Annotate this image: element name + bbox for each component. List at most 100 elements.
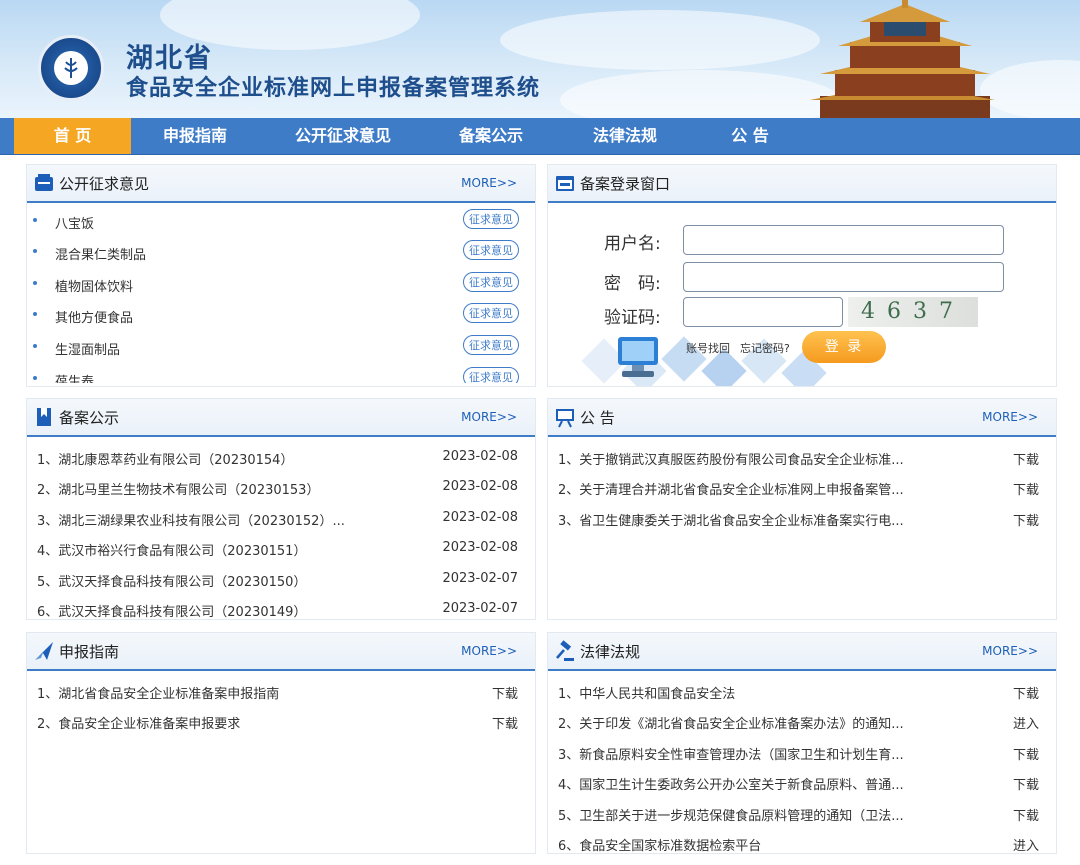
panel-title: 公 告 <box>580 409 615 427</box>
table-row[interactable]: 6、武汉天择食品科技有限公司（20230149） 2023-02-07 <box>27 594 535 624</box>
captcha-input[interactable] <box>683 297 843 327</box>
table-row[interactable]: 2、食品安全企业标准备案申报要求 下载 <box>27 706 535 736</box>
consultation-panel: 公开征求意见 MORE>> 八宝饭 征求意见 混合果仁类制品 征求意见 植物固体… <box>26 164 536 387</box>
list-item: 植物固体饮料 征求意见 <box>27 268 535 298</box>
gavel-icon <box>556 640 574 661</box>
panel-title: 备案公示 <box>59 409 120 427</box>
action-link[interactable]: 下载 <box>1013 805 1039 824</box>
nav-law[interactable]: 法律法规 <box>565 118 685 154</box>
download-link[interactable]: 下载 <box>492 683 518 702</box>
panel-header: 公 告 MORE>> <box>548 399 1056 437</box>
cloud-decoration <box>500 10 820 70</box>
action-link[interactable]: 下载 <box>1013 774 1039 793</box>
law-title[interactable]: 5、卫生部关于进一步规范保健食品原料管理的通知（卫法... <box>558 805 904 824</box>
filing-date: 2023-02-08 <box>442 449 518 464</box>
more-link[interactable]: MORE>> <box>982 410 1038 424</box>
guide-title[interactable]: 1、湖北省食品安全企业标准备案申报指南 <box>37 683 279 702</box>
filing-company[interactable]: 5、武汉天择食品科技有限公司（20230150） <box>37 571 306 590</box>
yellow-crane-tower-illustration <box>810 0 995 118</box>
seek-opinion-button[interactable]: 征求意见 <box>463 272 519 292</box>
filing-panel: 备案公示 MORE>> 1、湖北康恩萃药业有限公司（20230154） 2023… <box>26 398 536 620</box>
table-row[interactable]: 2、湖北马里兰生物技术有限公司（20230153） 2023-02-08 <box>27 472 535 502</box>
table-row[interactable]: 4、国家卫生计生委政务公开办公室关于新食品原料、普通... 下载 <box>548 767 1056 797</box>
filing-company[interactable]: 1、湖北康恩萃药业有限公司（20230154） <box>37 449 293 468</box>
panel-header: 法律法规 MORE>> <box>548 633 1056 671</box>
panel-header: 公开征求意见 MORE>> <box>27 165 535 203</box>
download-link[interactable]: 下载 <box>1013 449 1039 468</box>
more-link[interactable]: MORE>> <box>461 410 517 424</box>
item-label[interactable]: 其他方便食品 <box>55 307 133 326</box>
captcha-image[interactable]: 4637 <box>848 297 978 327</box>
filing-company[interactable]: 3、湖北三湖绿果农业科技有限公司（20230152）... <box>37 510 345 529</box>
nav-filing[interactable]: 备案公示 <box>430 118 552 154</box>
table-row[interactable]: 5、卫生部关于进一步规范保健食品原料管理的通知（卫法... 下载 <box>548 798 1056 828</box>
item-label[interactable]: 葆生泰 <box>55 371 94 383</box>
action-link[interactable]: 进入 <box>1013 713 1039 732</box>
panel-title: 公开征求意见 <box>59 175 150 193</box>
law-title[interactable]: 3、新食品原料安全性审查管理办法（国家卫生和计划生育... <box>558 744 904 763</box>
captcha-label: 验证码: <box>604 308 661 328</box>
table-row[interactable]: 3、省卫生健康委关于湖北省食品安全企业标准备案实行电... 下载 <box>548 503 1056 533</box>
item-label[interactable]: 生湿面制品 <box>55 339 120 358</box>
notice-panel: 公 告 MORE>> 1、关于撤销武汉真服医药股份有限公司食品安全企业标准...… <box>547 398 1057 620</box>
notice-title[interactable]: 2、关于清理合并湖北省食品安全企业标准网上申报备案管... <box>558 479 904 498</box>
forgot-password-link[interactable]: 忘记密码? <box>740 340 790 356</box>
password-label: 密 码: <box>604 274 661 294</box>
table-row[interactable]: 3、湖北三湖绿果农业科技有限公司（20230152）... 2023-02-08 <box>27 503 535 533</box>
panel-header: 备案公示 MORE>> <box>27 399 535 437</box>
username-label: 用户名: <box>604 234 661 254</box>
seek-opinion-button[interactable]: 征求意见 <box>463 335 519 355</box>
download-link[interactable]: 下载 <box>492 713 518 732</box>
seek-opinion-button[interactable]: 征求意见 <box>463 209 519 229</box>
bookmark-icon <box>37 408 51 426</box>
main-nav: 首 页 申报指南 公开征求意见 备案公示 法律法规 公 告 <box>0 118 1080 155</box>
username-input[interactable] <box>683 225 1004 255</box>
filing-company[interactable]: 2、湖北马里兰生物技术有限公司（20230153） <box>37 479 319 498</box>
item-label[interactable]: 八宝饭 <box>55 213 94 232</box>
action-link[interactable]: 进入 <box>1013 835 1039 854</box>
table-row[interactable]: 3、新食品原料安全性审查管理办法（国家卫生和计划生育... 下载 <box>548 737 1056 767</box>
table-row[interactable]: 2、关于印发《湖北省食品安全企业标准备案办法》的通知... 进入 <box>548 706 1056 736</box>
action-link[interactable]: 下载 <box>1013 744 1039 763</box>
nav-home[interactable]: 首 页 <box>14 118 131 154</box>
table-row[interactable]: 4、武汉市裕兴行食品有限公司（20230151） 2023-02-08 <box>27 533 535 563</box>
download-link[interactable]: 下载 <box>1013 510 1039 529</box>
table-row[interactable]: 1、湖北康恩萃药业有限公司（20230154） 2023-02-08 <box>27 442 535 472</box>
action-link[interactable]: 下载 <box>1013 683 1039 702</box>
table-row[interactable]: 1、中华人民共和国食品安全法 下载 <box>548 676 1056 706</box>
table-row[interactable]: 1、关于撤销武汉真服医药股份有限公司食品安全企业标准... 下载 <box>548 442 1056 472</box>
notice-title[interactable]: 1、关于撤销武汉真服医药股份有限公司食品安全企业标准... <box>558 449 904 468</box>
nav-consultation[interactable]: 公开征求意见 <box>270 118 416 154</box>
seek-opinion-button[interactable]: 征求意见 <box>463 303 519 323</box>
table-row[interactable]: 2、关于清理合并湖北省食品安全企业标准网上申报备案管... 下载 <box>548 472 1056 502</box>
seek-opinion-button[interactable]: 征求意见 <box>463 240 519 260</box>
more-link[interactable]: MORE>> <box>461 644 517 658</box>
list-item: 八宝饭 征求意见 <box>27 205 535 235</box>
bullet-icon <box>33 281 37 285</box>
more-link[interactable]: MORE>> <box>982 644 1038 658</box>
law-title[interactable]: 4、国家卫生计生委政务公开办公室关于新食品原料、普通... <box>558 774 904 793</box>
table-row[interactable]: 1、湖北省食品安全企业标准备案申报指南 下载 <box>27 676 535 706</box>
law-title[interactable]: 1、中华人民共和国食品安全法 <box>558 683 735 702</box>
login-button[interactable]: 登 录 <box>802 331 886 363</box>
download-link[interactable]: 下载 <box>1013 479 1039 498</box>
nav-notice[interactable]: 公 告 <box>700 118 800 154</box>
filing-company[interactable]: 6、武汉天择食品科技有限公司（20230149） <box>37 601 306 620</box>
guide-title[interactable]: 2、食品安全企业标准备案申报要求 <box>37 713 240 732</box>
more-link[interactable]: MORE>> <box>461 176 517 190</box>
panel-header: 申报指南 MORE>> <box>27 633 535 671</box>
account-recover-link[interactable]: 账号找回 <box>686 340 730 356</box>
password-input[interactable] <box>683 262 1004 292</box>
filing-company[interactable]: 4、武汉市裕兴行食品有限公司（20230151） <box>37 540 306 559</box>
item-label[interactable]: 混合果仁类制品 <box>55 244 146 263</box>
nav-guide[interactable]: 申报指南 <box>131 118 259 154</box>
item-label[interactable]: 植物固体饮料 <box>55 276 133 295</box>
seek-opinion-button[interactable]: 征求意见 <box>463 367 519 383</box>
law-title[interactable]: 2、关于印发《湖北省食品安全企业标准备案办法》的通知... <box>558 713 904 732</box>
law-title[interactable]: 6、食品安全国家标准数据检索平台 <box>558 835 761 854</box>
notice-title[interactable]: 3、省卫生健康委关于湖北省食品安全企业标准备案实行电... <box>558 510 904 529</box>
table-row[interactable]: 5、武汉天择食品科技有限公司（20230150） 2023-02-07 <box>27 564 535 594</box>
filing-date: 2023-02-08 <box>442 479 518 494</box>
filing-date: 2023-02-07 <box>442 601 518 616</box>
table-row[interactable]: 6、食品安全国家标准数据检索平台 进入 <box>548 828 1056 858</box>
